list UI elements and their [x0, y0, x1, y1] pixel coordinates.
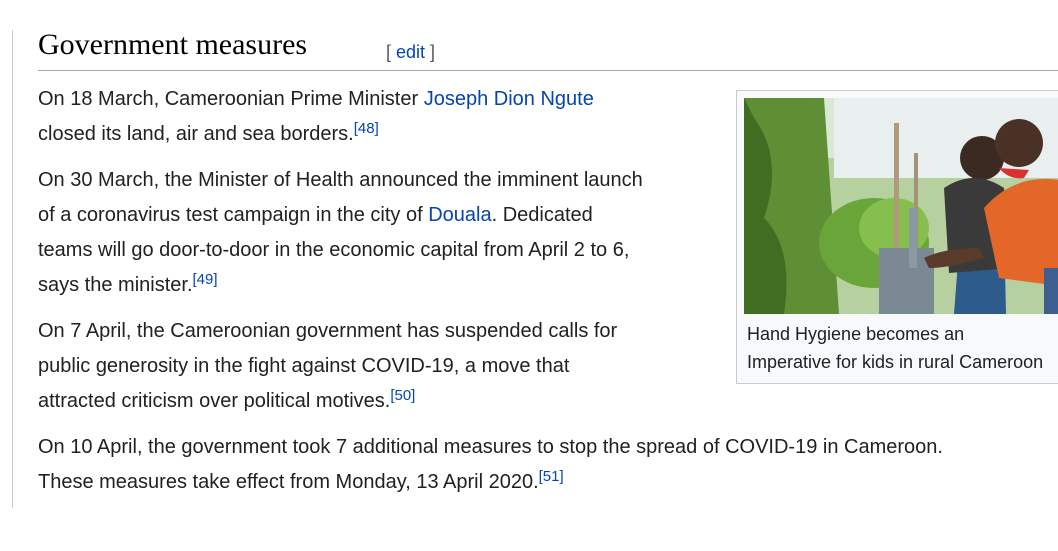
- link-joseph-dion-ngute[interactable]: Joseph Dion Ngute: [424, 88, 594, 110]
- text: On 10 April, the government took 7 addit…: [38, 436, 943, 458]
- caption-line: Imperative for kids in rural Cameroon: [747, 352, 1044, 372]
- edit-link[interactable]: edit: [396, 42, 425, 62]
- kids-handwashing-photo: [744, 98, 1058, 314]
- paragraph-18-march: On 18 March, Cameroonian Prime Minister …: [38, 82, 594, 152]
- paragraph-7-april: On 7 April, the Cameroonian government h…: [38, 314, 617, 419]
- text: These measures take effect from Monday, …: [38, 471, 539, 493]
- reference-48[interactable]: [48]: [354, 120, 379, 137]
- text: says the minister.: [38, 274, 193, 296]
- reference-50[interactable]: [50]: [390, 387, 415, 404]
- edit-bracket-close: ]: [425, 42, 436, 62]
- reference-49[interactable]: [49]: [193, 271, 218, 288]
- text: teams will go door-to-door in the econom…: [38, 239, 630, 261]
- section-title: Government measures: [38, 28, 308, 61]
- thumbnail-box: Hand Hygiene becomes an Imperative for k…: [736, 90, 1058, 384]
- edit-section: [ edit ]: [386, 42, 435, 63]
- paragraph-10-april: On 10 April, the government took 7 addit…: [38, 430, 943, 500]
- text: On 30 March, the Minister of Health anno…: [38, 169, 643, 191]
- reference-link[interactable]: [50]: [390, 387, 415, 404]
- edit-bracket-open: [: [386, 42, 397, 62]
- thumbnail-caption: Hand Hygiene becomes an Imperative for k…: [747, 320, 1058, 376]
- text: public generosity in the fight against C…: [38, 355, 570, 377]
- text: attracted criticism over political motiv…: [38, 390, 391, 412]
- link-douala[interactable]: Douala: [428, 204, 491, 226]
- content-left-border: [12, 30, 13, 508]
- text: of a coronavirus test campaign in the ci…: [38, 204, 429, 226]
- paragraph-30-march: On 30 March, the Minister of Health anno…: [38, 163, 643, 303]
- section-heading: Government measures [ edit ]: [38, 26, 1058, 71]
- text: On 18 March, Cameroonian Prime Minister: [38, 88, 424, 110]
- reference-51[interactable]: [51]: [539, 468, 564, 485]
- reference-link[interactable]: [49]: [193, 271, 218, 288]
- text: . Dedicated: [491, 204, 593, 226]
- reference-link[interactable]: [48]: [354, 120, 379, 137]
- caption-line: Hand Hygiene becomes an: [747, 324, 965, 344]
- reference-link[interactable]: [51]: [539, 468, 564, 485]
- text: On 7 April, the Cameroonian government h…: [38, 320, 618, 342]
- text: closed its land, air and sea borders.: [38, 123, 354, 145]
- thumbnail-image[interactable]: [744, 98, 1058, 314]
